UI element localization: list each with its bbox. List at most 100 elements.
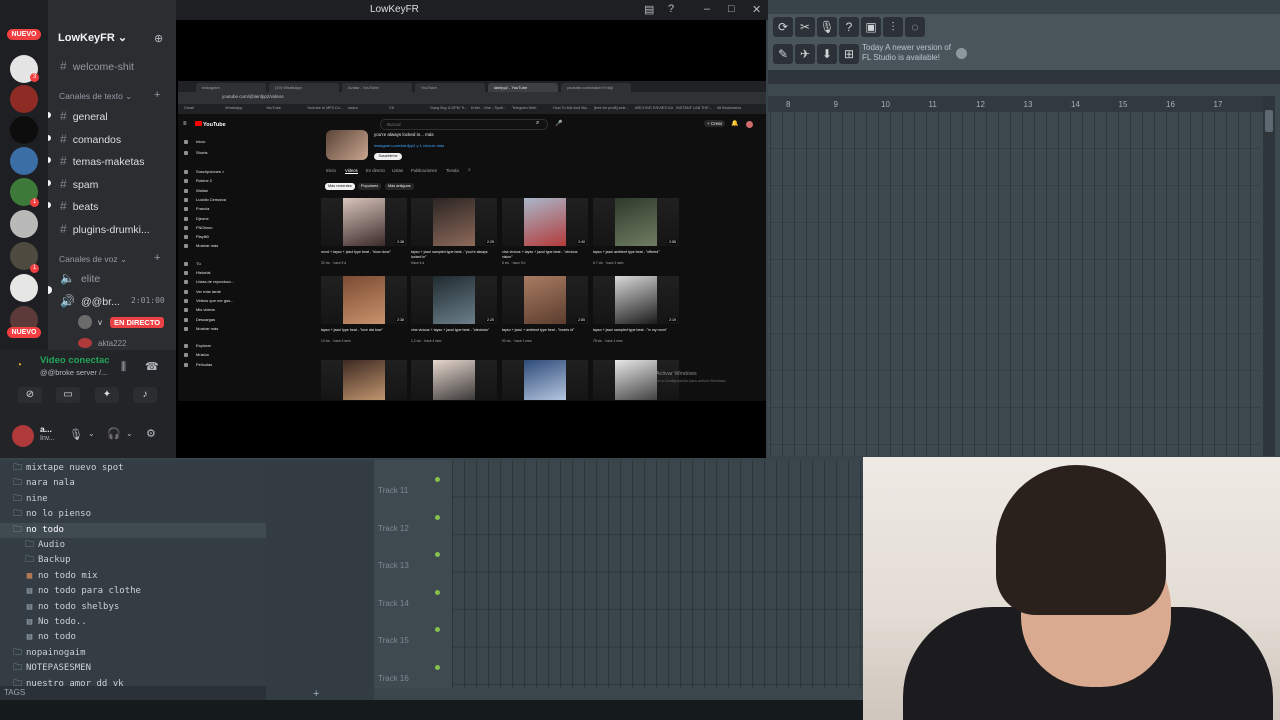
bookmark-item[interactable]: Gang Boy & DPM Tr... <box>430 106 468 110</box>
youtube-logo[interactable]: YouTube <box>195 121 226 128</box>
sidebar-item[interactable]: Djeone <box>196 216 209 221</box>
channel-tab[interactable]: Inicio <box>326 168 336 173</box>
soundboard-icon[interactable]: ♪ <box>133 387 157 403</box>
channel-tab[interactable]: Videos <box>345 168 358 174</box>
channel-welcome[interactable]: # welcome-shit <box>60 59 134 73</box>
voice-channels-category[interactable]: Canales de voz ⌄ <box>59 254 127 265</box>
voice-user-avatar[interactable] <box>78 315 92 329</box>
minimize-icon[interactable]: – <box>704 3 710 15</box>
refresh-icon[interactable]: ⟳ <box>773 17 793 37</box>
pen-icon[interactable]: ✎ <box>773 44 793 64</box>
bookmark-item[interactable]: WhatsApp <box>225 106 263 110</box>
sidebar-item[interactable]: Ver más tarde <box>196 289 221 294</box>
bookmark-item[interactable]: INSTANT LAB THE... <box>676 106 714 110</box>
chat-icon[interactable]: ◌ <box>905 17 925 37</box>
channel-item[interactable]: # plugins-drumki... <box>60 222 150 236</box>
video-thumbnail[interactable]: 2:19 <box>593 276 679 324</box>
video-thumbnail[interactable]: 2:55 <box>502 276 588 324</box>
sidebar-item[interactable]: Música <box>196 352 209 357</box>
browser-item[interactable]: ▦ no todo mix <box>0 569 290 584</box>
sidebar-item[interactable]: Historial <box>196 270 210 275</box>
sidebar-item[interactable]: Descargas <box>196 317 215 322</box>
subscribe-button[interactable]: Suscribirme <box>374 153 402 160</box>
browser-item[interactable]: 🗀 Backup <box>0 553 290 568</box>
headphones-icon[interactable]: 🎧 <box>107 427 121 440</box>
channel-tab[interactable]: Publicaciones <box>411 168 437 173</box>
browser-item[interactable]: 🗀 no lo pienso <box>0 507 278 522</box>
video-thumbnail[interactable]: 2:25 <box>411 198 497 246</box>
add-voice-channel-icon[interactable]: + <box>154 252 160 264</box>
browser-tab[interactable]: Instagram <box>196 83 266 92</box>
sidebar-item[interactable]: Rubine 2 <box>196 178 212 183</box>
video-thumbnail[interactable]: 2:38 <box>321 276 407 324</box>
sidebar-item[interactable]: Explorar <box>196 343 211 348</box>
browser-item[interactable]: 🗀 nine <box>0 492 278 507</box>
video-title[interactable]: tayso + jazul type beat - "love dat bow" <box>321 328 407 333</box>
channel-item[interactable]: # comandos <box>60 132 121 146</box>
help-circle-icon[interactable]: ? <box>668 3 674 15</box>
search-icon[interactable]: ⌕ <box>536 120 539 127</box>
bookmark-item[interactable]: How To Mix And Ma... <box>553 106 591 110</box>
channel-link[interactable]: instagram.com/lainfpp2 y 1 vínculo más <box>374 143 444 148</box>
microphone-icon[interactable]: 🎙 <box>69 428 83 441</box>
video-thumbnail[interactable] <box>502 360 588 400</box>
channel-item[interactable]: # general <box>60 109 108 123</box>
video-title[interactable]: tayso + jazul sampled type beat - "in my… <box>593 328 679 333</box>
browser-item[interactable]: 🗀 nara nala <box>0 476 278 491</box>
browser-item[interactable]: 🗀 Audio <box>0 538 290 553</box>
sidebar-item[interactable]: Mis videos <box>196 307 215 312</box>
sidebar-item[interactable]: Listas de reproducc... <box>196 279 234 284</box>
browser-item[interactable]: ▤ no todo shelbys <box>0 600 290 615</box>
sort-chip[interactable]: Populares <box>358 183 382 190</box>
server-icon[interactable] <box>10 147 38 175</box>
video-thumbnail[interactable] <box>321 360 407 400</box>
track-name[interactable]: Track 16 <box>378 674 409 683</box>
track-name[interactable]: Track 13 <box>378 561 409 570</box>
chevron-down-icon[interactable]: ⌄ <box>88 429 95 438</box>
bookmark-item[interactable]: YouTube <box>266 106 304 110</box>
signal-icon[interactable]: ◔ <box>16 360 22 371</box>
add-track-icon[interactable]: + <box>313 688 319 700</box>
browser-item[interactable]: ▤ no todo <box>0 630 290 645</box>
video-thumbnail[interactable]: 2:25 <box>411 276 497 324</box>
browser-item[interactable]: 🗀 no todo <box>0 522 278 538</box>
text-channels-category[interactable]: Canales de texto ⌄ <box>59 91 132 102</box>
bookmark-item[interactable]: Telegram Web <box>512 106 550 110</box>
browser-tab[interactable]: youtube.com/watch?v=6yl <box>561 83 631 92</box>
voice-user-name[interactable]: akta222 <box>98 339 126 348</box>
chevron-down-icon[interactable]: ⌄ <box>126 429 133 438</box>
server-icon[interactable] <box>10 274 38 302</box>
server-icon[interactable] <box>10 210 38 238</box>
mixer-icon[interactable]: ⫶ <box>883 17 903 37</box>
globe-icon[interactable] <box>956 48 967 59</box>
voice-user-avatar[interactable] <box>78 338 92 348</box>
browser-item[interactable]: ▤ no todo para clothe <box>0 584 290 599</box>
video-title[interactable]: vtrw vicious + tayso + jazul type beat -… <box>411 328 497 333</box>
sidebar-item[interactable]: Lucidio Cemarca <box>196 197 226 202</box>
tags-bar[interactable]: TAGS <box>0 686 266 700</box>
browser-item[interactable]: 🗀 nopainogaim <box>0 646 278 661</box>
address-url[interactable]: youtube.com/@lainfpp2/videos <box>222 94 284 99</box>
video-title[interactable]: mxrd + tayso + jazul type beat - "slow d… <box>321 250 407 255</box>
bell-icon[interactable]: 🔔 <box>731 120 738 127</box>
bookmark-item[interactable]: Enter - Vine - Spoti... <box>471 106 509 110</box>
download-icon[interactable]: ⬇ <box>817 44 837 64</box>
screen-share-icon[interactable]: ▭ <box>56 387 80 403</box>
channel-item[interactable]: # spam <box>60 177 98 191</box>
sidebar-item[interactable]: Películas <box>196 362 212 367</box>
playlist-scroll-thumb[interactable] <box>1265 110 1273 132</box>
playlist-scrollbar[interactable] <box>1263 96 1275 456</box>
channel-tab[interactable]: Tienda <box>446 168 459 173</box>
track-enable-led[interactable] <box>435 589 440 595</box>
sidebar-item[interactable]: Videos que me gus... <box>196 298 234 303</box>
browser-item[interactable]: ▤ No todo.. <box>0 615 290 630</box>
track-enable-led[interactable] <box>435 514 440 520</box>
track-name[interactable]: Track 15 <box>378 636 409 645</box>
server-icon[interactable] <box>10 116 38 144</box>
track-name[interactable]: Track 11 <box>378 486 408 495</box>
sort-chip[interactable]: Más recientes <box>325 183 355 190</box>
channel-tab[interactable]: En directo <box>366 168 385 173</box>
browser-item[interactable]: 🗀 mixtape nuevo spot <box>0 461 278 476</box>
sidebar-item[interactable]: Francia <box>196 206 209 211</box>
bookmark-item[interactable]: All Bookmarks <box>717 106 755 110</box>
